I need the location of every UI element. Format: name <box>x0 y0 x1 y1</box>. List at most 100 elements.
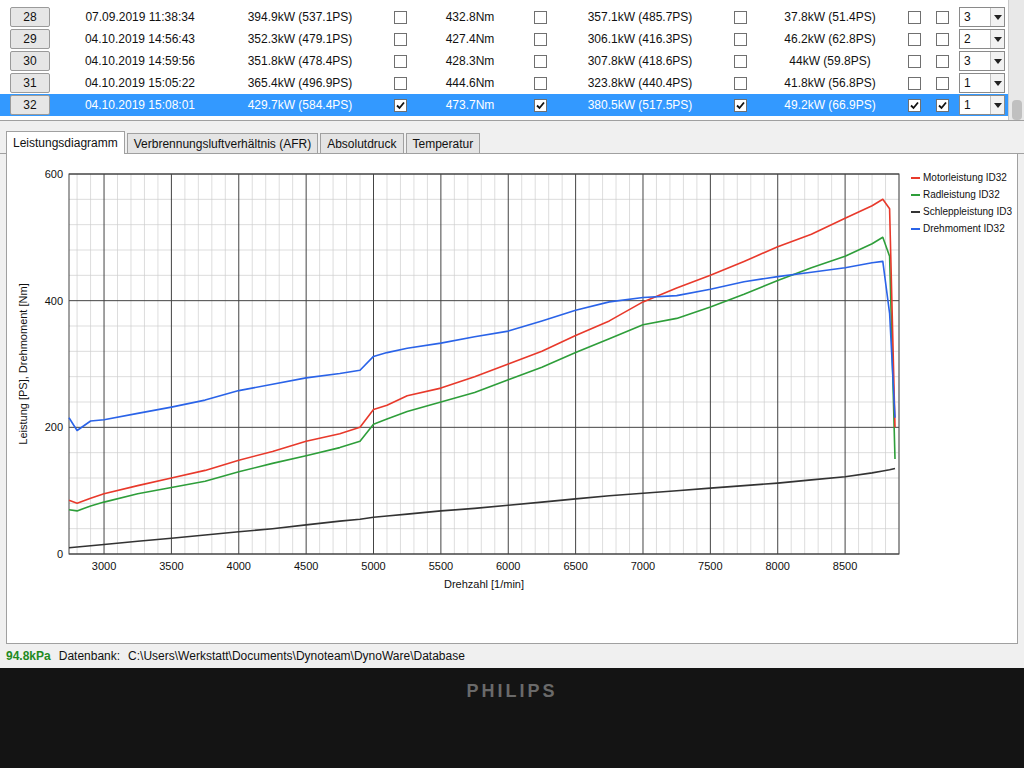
power-cell: 351.8kW (478.4PS) <box>220 52 380 70</box>
checkbox[interactable] <box>936 55 949 68</box>
minor-gridline <box>69 503 899 504</box>
dropdown-button[interactable] <box>990 74 1004 92</box>
table-row[interactable]: 2904.10.2019 14:56:43352.3kW (479.1PS)42… <box>0 28 1008 50</box>
checkbox[interactable] <box>908 77 921 90</box>
check-cell <box>520 99 560 112</box>
check-cell <box>900 11 928 24</box>
legend-label: Radleistung ID32 <box>923 187 1000 202</box>
row-number-button[interactable]: 28 <box>10 7 49 27</box>
checkbox[interactable] <box>534 55 547 68</box>
check-cell <box>928 55 956 68</box>
checkbox[interactable] <box>936 33 949 46</box>
chart-tab[interactable]: Leistungsdiagramm <box>6 131 125 154</box>
gear-dropdown[interactable]: 3 <box>959 7 1005 27</box>
checkbox[interactable] <box>908 33 921 46</box>
dropdown-button[interactable] <box>990 52 1004 70</box>
row-number-button[interactable]: 32 <box>10 95 49 115</box>
dropdown-button[interactable] <box>990 8 1004 26</box>
checkbox[interactable] <box>734 33 747 46</box>
dropdown-arrow-icon <box>994 59 1002 64</box>
legend-label: Schleppleistung ID3 <box>923 204 1012 219</box>
series-line <box>69 199 895 503</box>
minor-gridline <box>386 174 387 554</box>
minor-gridline <box>791 174 792 554</box>
plot-area <box>69 174 899 554</box>
minor-gridline <box>69 199 899 200</box>
gear-dropdown[interactable]: 1 <box>959 95 1005 115</box>
drag-power-cell: 37.8kW (51.4PS) <box>760 8 900 26</box>
minor-gridline <box>481 174 482 554</box>
check-cell <box>520 77 560 90</box>
checkbox[interactable] <box>936 77 949 90</box>
monitor-bezel: PHILIPS <box>0 668 1024 768</box>
dropdown-button[interactable] <box>990 96 1004 114</box>
checkbox[interactable] <box>908 99 921 112</box>
gear-value: 1 <box>960 74 990 92</box>
minor-gridline <box>225 174 226 554</box>
check-icon <box>735 100 746 111</box>
scrollbar-thumb[interactable] <box>1012 100 1022 120</box>
minor-gridline <box>198 174 199 554</box>
minor-gridline <box>69 376 899 377</box>
table-row[interactable]: 3104.10.2019 15:05:22365.4kW (496.9PS)44… <box>0 72 1008 94</box>
tab-strip: LeistungsdiagrammVerbrennungsluftverhält… <box>0 131 1024 154</box>
checkbox[interactable] <box>394 11 407 24</box>
checkbox[interactable] <box>534 77 547 90</box>
gear-dropdown[interactable]: 3 <box>959 51 1005 71</box>
legend-swatch <box>911 228 920 230</box>
table-row[interactable]: 2807.09.2019 11:38:34394.9kW (537.1PS)43… <box>0 6 1008 28</box>
series-line <box>69 469 895 548</box>
gear-dropdown[interactable]: 2 <box>959 29 1005 49</box>
major-gridline <box>69 427 899 428</box>
check-cell <box>900 99 928 112</box>
chart-legend: Motorleistung ID32Radleistung ID32Schlep… <box>907 154 1017 643</box>
row-number-cell: 28 <box>0 7 60 27</box>
dropdown-button[interactable] <box>990 30 1004 48</box>
minor-gridline <box>400 174 401 554</box>
y-tick-label: 400 <box>45 295 63 307</box>
row-number-button[interactable]: 31 <box>10 73 49 93</box>
torque-cell: 473.7Nm <box>420 96 520 114</box>
minor-gridline <box>535 174 536 554</box>
x-tick-label: 5000 <box>361 560 385 572</box>
checkbox[interactable] <box>394 99 407 112</box>
minor-gridline <box>69 528 899 529</box>
minor-gridline <box>69 326 899 327</box>
scrollbar[interactable] <box>1008 0 1024 120</box>
minor-gridline <box>723 174 724 554</box>
row-number-button[interactable]: 30 <box>10 51 49 71</box>
checkbox[interactable] <box>394 33 407 46</box>
minor-gridline <box>252 174 253 554</box>
y-tick-label: 0 <box>57 548 63 560</box>
checkbox[interactable] <box>534 99 547 112</box>
major-gridline <box>440 174 441 554</box>
row-number-button[interactable]: 29 <box>10 29 49 49</box>
table-row[interactable]: 3204.10.2019 15:08:01429.7kW (584.4PS)47… <box>0 94 1008 116</box>
chart-tab[interactable]: Verbrennungsluftverhältnis (AFR) <box>127 133 318 153</box>
x-axis-title: Drehzahl [1/min] <box>444 578 524 590</box>
table-row[interactable]: 3004.10.2019 14:59:56351.8kW (478.4PS)42… <box>0 50 1008 72</box>
checkbox[interactable] <box>394 77 407 90</box>
checkbox[interactable] <box>734 11 747 24</box>
wheel-power-cell: 306.1kW (416.3PS) <box>560 30 720 48</box>
chart-tab[interactable]: Temperatur <box>406 133 481 153</box>
checkbox[interactable] <box>394 55 407 68</box>
check-cell <box>928 33 956 46</box>
power-cell: 365.4kW (496.9PS) <box>220 74 380 92</box>
gear-dropdown[interactable]: 1 <box>959 73 1005 93</box>
wheel-power-cell: 357.1kW (485.7PS) <box>560 8 720 26</box>
x-tick-label: 8000 <box>765 560 789 572</box>
check-cell <box>520 55 560 68</box>
minor-gridline <box>69 452 899 453</box>
checkbox[interactable] <box>908 55 921 68</box>
checkbox[interactable] <box>534 33 547 46</box>
chart-tab[interactable]: Absolutdruck <box>320 133 403 153</box>
checkbox[interactable] <box>908 11 921 24</box>
checkbox[interactable] <box>936 99 949 112</box>
legend-swatch <box>911 177 920 179</box>
checkbox[interactable] <box>936 11 949 24</box>
checkbox[interactable] <box>734 99 747 112</box>
checkbox[interactable] <box>534 11 547 24</box>
checkbox[interactable] <box>734 55 747 68</box>
checkbox[interactable] <box>734 77 747 90</box>
